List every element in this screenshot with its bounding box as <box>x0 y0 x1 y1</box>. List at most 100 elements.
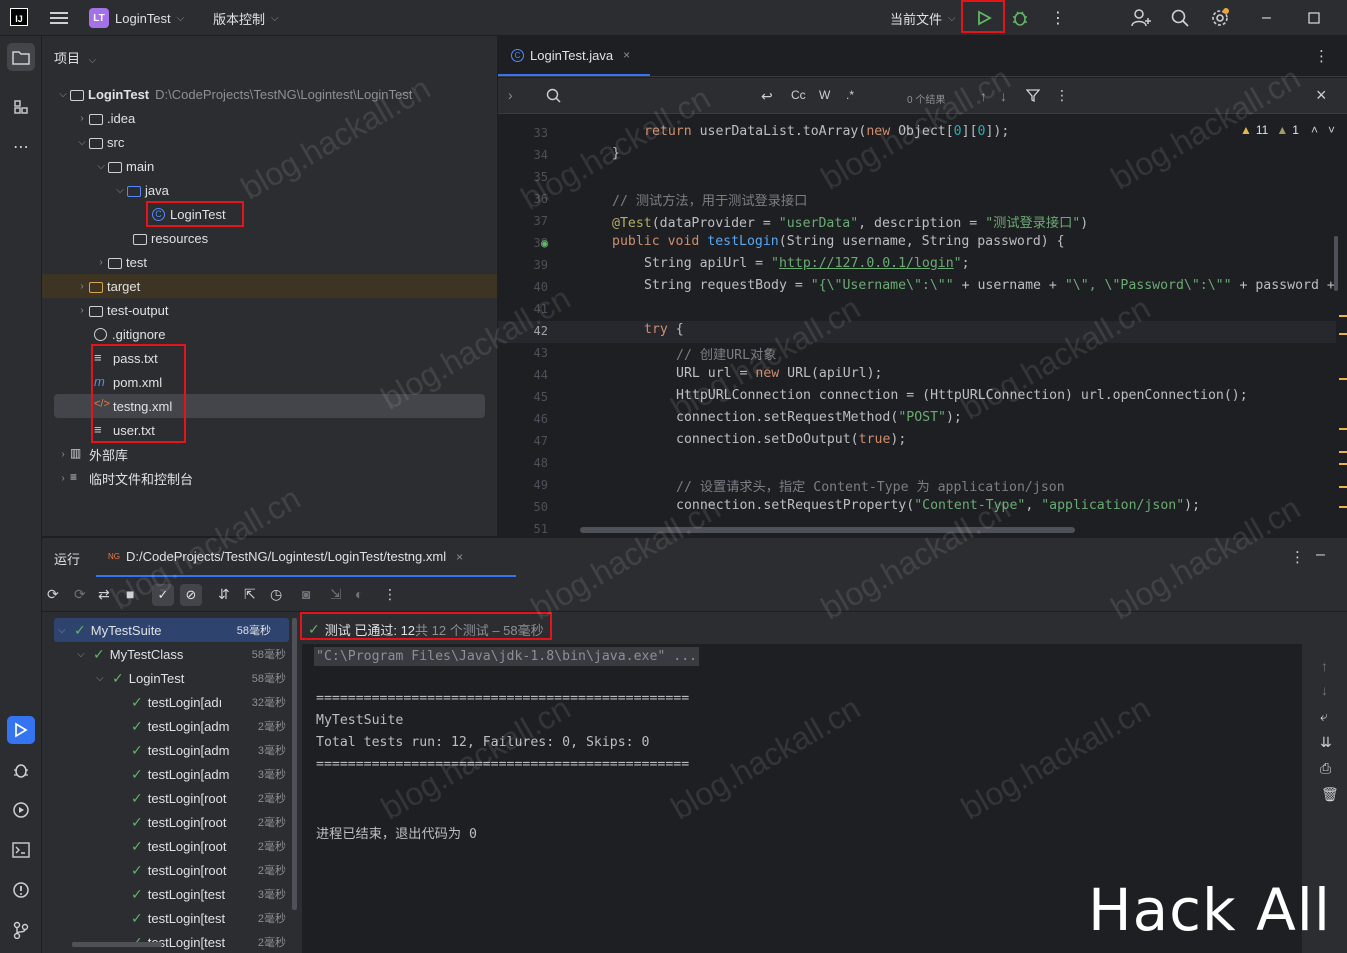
search-icon[interactable] <box>1171 0 1189 36</box>
test-tree-row[interactable]: ⌵ ✓ LoginTest 58毫秒 <box>54 666 294 690</box>
chevron-up-icon[interactable]: ˄ <box>1311 123 1318 137</box>
chevron-down-icon[interactable]: ˅ <box>1328 123 1335 137</box>
debug-button[interactable] <box>1011 0 1029 36</box>
vcs-menu[interactable]: 版本控制 ⌵ <box>213 0 279 36</box>
services-icon[interactable] <box>7 796 35 824</box>
settings-gear-icon[interactable] <box>1210 0 1230 36</box>
tree-item[interactable]: › .idea <box>42 106 497 130</box>
tree-item[interactable]: › ≡ 临时文件和控制台 <box>42 466 497 490</box>
tree-item[interactable]: C LoginTest <box>42 202 497 226</box>
arrow-up-icon[interactable]: ↑ <box>1321 658 1328 674</box>
terminal-icon[interactable] <box>7 836 35 864</box>
tree-item[interactable]: ⌵ java <box>42 178 497 202</box>
tree-item[interactable]: resources <box>42 226 497 250</box>
history-icon[interactable]: ◷ <box>270 586 282 603</box>
export-icon[interactable]: ⇲ <box>330 586 342 603</box>
run-config-selector[interactable]: 当前文件 ⌵ <box>890 0 956 36</box>
test-tree-row[interactable]: ✓ testLogin[test 3毫秒 <box>54 882 294 906</box>
run-tool-icon[interactable] <box>7 716 35 744</box>
more-actions-icon[interactable]: ⋮ <box>1050 0 1066 36</box>
test-tree-scrollbar[interactable] <box>292 618 297 910</box>
whole-words-toggle[interactable]: W <box>819 88 830 102</box>
test-tree-row[interactable]: ✓ testLogin[root 2毫秒 <box>54 858 294 882</box>
coverage-icon[interactable]: ◐ <box>355 586 363 602</box>
horizontal-scrollbar[interactable] <box>580 527 1075 533</box>
tree-item[interactable]: .gitignore <box>42 322 497 346</box>
project-switcher[interactable]: LT LoginTest ⌵ <box>89 0 184 36</box>
tree-item[interactable]: › test <box>42 250 497 274</box>
arrow-up-icon[interactable]: ↑ <box>980 88 987 104</box>
test-tree-row[interactable]: ✓ testLogin[root 2毫秒 <box>54 786 294 810</box>
tree-item[interactable]: › test-output <box>42 298 497 322</box>
toggle-auto-test-icon[interactable]: ⇄ <box>98 586 110 603</box>
test-tree-row[interactable]: ✓ testLogin[adm 2毫秒 <box>54 714 294 738</box>
run-button[interactable] <box>976 0 992 36</box>
more-actions-icon[interactable]: ⋮ <box>383 586 397 603</box>
test-tree-row[interactable]: ✓ testLogin[adm 3毫秒 <box>54 738 294 762</box>
problems-icon[interactable] <box>7 876 35 904</box>
tree-item[interactable]: ⌵ main <box>42 154 497 178</box>
minimize-icon[interactable]: – <box>1262 0 1271 36</box>
more-actions-icon[interactable]: ⋮ <box>1055 87 1069 104</box>
print-icon[interactable]: ⎙ <box>1320 760 1331 777</box>
git-icon[interactable] <box>7 916 35 944</box>
minimize-panel-icon[interactable]: – <box>1316 546 1325 564</box>
more-actions-icon[interactable]: ⋮ <box>1290 548 1305 566</box>
run-tab[interactable]: NG D:/CodeProjects/TestNG/Logintest/Logi… <box>96 538 516 577</box>
close-icon[interactable]: × <box>1316 85 1327 106</box>
rerun-failed-icon[interactable]: ⟳ <box>74 586 86 603</box>
trash-icon[interactable]: 🗑 <box>1321 786 1339 803</box>
debug-tool-icon[interactable] <box>7 756 35 784</box>
tree-item[interactable]: ⌵ src <box>42 130 497 154</box>
tree-item-selected[interactable]: </> testng.xml <box>54 394 485 418</box>
rerun-icon[interactable]: ⟳ <box>47 586 59 603</box>
undo-icon[interactable]: ↩ <box>761 88 773 105</box>
run-test-gutter-icon[interactable]: ◉ <box>541 236 548 250</box>
project-panel-title[interactable]: 项目 ⌵ <box>54 48 96 67</box>
tree-item[interactable]: m pom.xml <box>42 370 497 394</box>
editor-tab[interactable]: C LoginTest.java × <box>498 36 650 76</box>
error-stripe[interactable] <box>1339 118 1347 536</box>
more-tools-icon[interactable]: ⋯ <box>7 133 35 161</box>
test-tree-row[interactable]: ✓ testLogin[adm 3毫秒 <box>54 762 294 786</box>
test-tree-row[interactable]: ⌵ ✓ MyTestClass 58毫秒 <box>54 642 294 666</box>
more-actions-icon[interactable]: ⋮ <box>1314 47 1329 65</box>
inspection-widget[interactable]: ▲ 11 ▲ 1 ˄ ˅ <box>1240 123 1335 137</box>
stop-icon[interactable]: ■ <box>126 586 134 602</box>
tree-root[interactable]: ⌵ LoginTest D:\CodeProjects\TestNG\Login… <box>42 82 497 106</box>
soft-wrap-icon[interactable]: ⤶ <box>1320 708 1328 725</box>
regex-toggle[interactable]: .* <box>846 88 854 102</box>
tree-item[interactable]: ≡ user.txt <box>42 418 497 442</box>
show-ignored-toggle[interactable]: ⊘ <box>180 584 202 606</box>
chevron-right-icon[interactable]: › <box>508 87 513 103</box>
tree-item[interactable]: › ▥ 外部库 <box>42 442 497 466</box>
match-case-toggle[interactable]: Cc <box>791 88 806 102</box>
test-tree-row[interactable]: ✓ testLogin[root 2毫秒 <box>54 810 294 834</box>
close-icon[interactable]: × <box>456 550 463 564</box>
test-tree-row[interactable]: ✓testLogin[test 2毫秒 <box>54 906 294 930</box>
arrow-down-icon[interactable]: ↓ <box>1000 88 1007 104</box>
main-menu-icon[interactable] <box>50 0 68 36</box>
scroll-to-end-icon[interactable]: ⇊ <box>1320 734 1332 751</box>
test-tree-hscrollbar[interactable] <box>72 942 162 947</box>
add-user-icon[interactable] <box>1131 0 1151 36</box>
test-tree-row[interactable]: ⌵ ✓ MyTestSuite 58毫秒 <box>54 618 289 642</box>
show-passed-toggle[interactable]: ✓ <box>152 584 174 606</box>
tree-item[interactable]: › target <box>42 274 497 298</box>
collapse-all-icon[interactable]: ⇱ <box>244 586 256 603</box>
intellij-logo-icon[interactable]: IJ <box>10 8 28 26</box>
search-icon[interactable] <box>546 88 562 104</box>
sort-icon[interactable]: ⇵ <box>218 586 230 603</box>
tree-item[interactable]: ≡ pass.txt <box>42 346 497 370</box>
camera-icon[interactable]: ◙ <box>302 586 310 602</box>
test-tree-row[interactable]: ✓ testLogin[root 2毫秒 <box>54 834 294 858</box>
project-view-icon[interactable] <box>7 43 35 71</box>
filter-icon[interactable] <box>1026 88 1040 102</box>
arrow-down-icon[interactable]: ↓ <box>1321 682 1328 698</box>
maximize-icon[interactable] <box>1308 0 1320 36</box>
close-icon[interactable]: × <box>623 48 630 62</box>
structure-icon[interactable] <box>7 93 35 121</box>
test-tree-row[interactable]: ✓ testLogin[adı 32毫秒 <box>54 690 294 714</box>
line-number: 44 <box>533 368 548 382</box>
vertical-scrollbar[interactable] <box>1334 236 1338 291</box>
